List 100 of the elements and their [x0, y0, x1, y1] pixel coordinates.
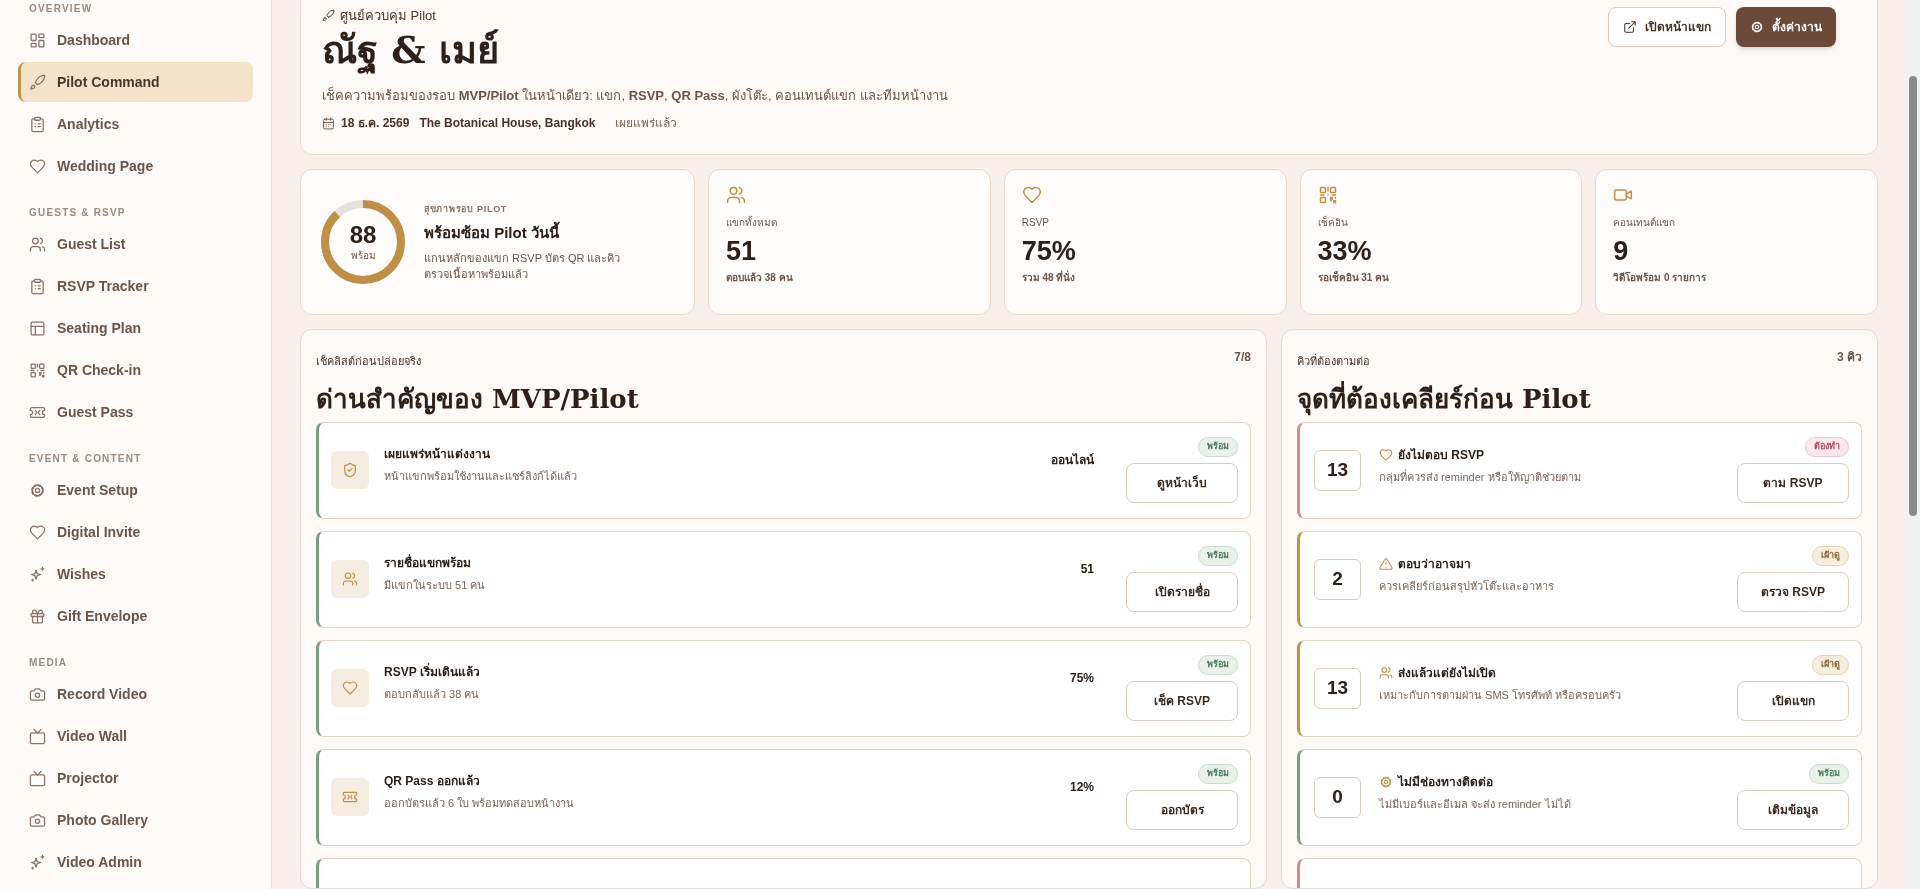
users-icon — [342, 571, 358, 587]
sidebar-item[interactable]: Video Wall — [18, 716, 253, 756]
couple-title: ณัฐ & เมย์ — [322, 25, 948, 74]
sidebar-group-label: OVERVIEW — [29, 3, 93, 14]
sidebar-item[interactable]: Seating Plan — [18, 308, 253, 348]
header-description: เช็คความพร้อมของรอบ MVP/Pilot ในหน้าเดียว: แขก, RSVP, QR Pass, ผังโต๊ะ, คอนเทนต์แขก และทีมหน้างาน — [322, 85, 948, 105]
checklist-action-button[interactable]: ออกบัตร — [1126, 789, 1238, 830]
queue-item-description: เหมาะกับการตามผ่าน SMS โทรศัพท์ หรือครอบครัว — [1379, 688, 1622, 704]
sparkles-icon — [29, 853, 46, 871]
checklist-item-description: ตอบกลับแล้ว 38 คน — [384, 687, 481, 703]
stat-subtext: รวม 48 ที่นั่ง — [1021, 270, 1077, 285]
camera-icon — [29, 685, 46, 703]
status-badge: พร้อม — [1198, 655, 1238, 675]
health-text: แกนหลักของแขก RSVP บัตร QR และคิวตรวจเนื้อหาพร้อมแล้ว — [424, 250, 622, 282]
checklist-item-value: 12% — [1069, 779, 1094, 796]
queue-count: 13 — [1314, 449, 1361, 491]
status-badge: เฝ้าดู — [1812, 655, 1849, 675]
sidebar-item[interactable]: QR Check-in — [18, 350, 253, 390]
checklist-item-value: 51 — [1080, 561, 1094, 578]
sidebar-item[interactable]: Guest List — [18, 224, 253, 264]
heart-icon — [1021, 185, 1042, 205]
queue-count: 2 — [1314, 558, 1361, 600]
status-badge: ต้องทำ — [1805, 437, 1849, 457]
queue-item-title: ส่งแล้วแต่ยังไม่เปิด — [1398, 665, 1496, 683]
event-venue: The Botanical House, Bangkok — [419, 115, 596, 132]
sidebar-item[interactable]: Photo Gallery — [18, 800, 253, 840]
users-icon — [29, 235, 46, 253]
sidebar-item[interactable]: Digital Invite — [18, 512, 253, 552]
sidebar-item[interactable]: Gift Envelope — [18, 596, 253, 636]
queue-item-description: ไม่มีเบอร์และอีเมล จะส่ง reminder ไม่ได้ — [1379, 797, 1572, 813]
queue-item-description: ควรเคลียร์ก่อนสรุปหัวโต๊ะและอาหาร — [1379, 579, 1555, 595]
checklist-action-button[interactable]: ดูหน้าเว็บ — [1126, 462, 1238, 503]
stat-label: RSVP — [1021, 216, 1050, 230]
stat-value: 9 — [1613, 235, 1630, 268]
checklist-item-title: QR Pass ออกแล้ว — [384, 773, 481, 791]
gift-icon — [29, 607, 46, 625]
panel-count: 7/8 — [1234, 349, 1251, 366]
sidebar-group-label: EVENT & CONTENT — [29, 453, 142, 464]
queue-action-button[interactable]: เปิดแขก — [1737, 680, 1849, 721]
status-badge: พร้อม — [1198, 437, 1238, 457]
header-kicker: ศูนย์ควบคุม Pilot — [340, 7, 436, 26]
queue-action-button[interactable]: ตาม RSVP — [1737, 462, 1849, 503]
sidebar-item[interactable]: Wishes — [18, 554, 253, 594]
health-title: พร้อมซ้อม Pilot วันนี้ — [424, 222, 624, 245]
readiness-score: 88 — [349, 221, 377, 248]
queue-action-button[interactable]: ตรวจ RSVP — [1737, 571, 1849, 612]
checklist-action-button[interactable]: เปิดรายชื่อ — [1126, 571, 1238, 612]
sidebar-item[interactable]: Video Admin — [18, 842, 253, 882]
queue-item-title: ตอบว่าอาจมา — [1398, 556, 1471, 574]
ticket-icon — [342, 789, 358, 805]
sidebar-item[interactable]: Record Video — [18, 674, 253, 714]
sidebar-item[interactable]: Analytics — [18, 104, 253, 144]
queue-item-description: กลุ่มที่ควรส่ง reminder หรือให้ญาติช่วยตาม — [1379, 469, 1582, 486]
panel-title: จุดที่ต้องเคลียร์ก่อน Pilot — [1297, 381, 1592, 416]
queue-count: 13 — [1314, 667, 1361, 709]
sidebar-item[interactable]: Wedding Page — [18, 146, 253, 186]
queue-item-title: ไม่มีช่องทางติดต่อ — [1398, 774, 1493, 792]
sidebar-item[interactable]: Projector — [18, 758, 253, 798]
stat-subtext: ตอบแล้ว 38 คน — [726, 271, 794, 285]
event-settings-button[interactable]: ตั้งค่างาน — [1736, 7, 1836, 47]
shield-check-icon — [342, 462, 358, 478]
checklist-item-value: 75% — [1069, 670, 1094, 687]
checklist-item-description: หน้าแขกพร้อมใช้งานและแชร์ลิงก์ได้แล้ว — [384, 469, 578, 485]
queue-item-title: ยังไม่ตอบ RSVP — [1398, 447, 1484, 465]
sidebar-item[interactable]: Pilot Command — [18, 62, 253, 102]
status-badge: พร้อม — [1198, 546, 1238, 566]
scrollbar[interactable] — [1906, 0, 1920, 889]
stat-label: คอนเทนต์แขก — [1613, 216, 1677, 230]
grid-icon — [29, 31, 46, 49]
open-guest-page-button[interactable]: เปิดหน้าแขก — [1608, 7, 1726, 47]
heart-icon — [29, 523, 46, 541]
checklist-item-title: RSVP เริ่มเดินแล้ว — [384, 663, 481, 682]
sidebar-item[interactable]: RSVP Tracker — [18, 266, 253, 306]
checklist-item-title: เผยแพร่หน้าแต่งงาน — [384, 446, 491, 464]
status-badge: เฝ้าดู — [1812, 546, 1849, 566]
status-badge: พร้อม — [1198, 764, 1238, 784]
external-link-icon — [1623, 20, 1637, 34]
panel-count: 3 คิว — [1837, 349, 1862, 366]
publish-status: เผยแพร่แล้ว — [615, 115, 678, 132]
heart-icon — [342, 680, 358, 696]
users-icon — [1379, 666, 1393, 681]
users-icon — [726, 185, 746, 205]
stat-label: เช็คอิน — [1317, 215, 1349, 230]
heart-icon — [1379, 448, 1393, 463]
sidebar-group-label: GUESTS & RSVP — [29, 207, 126, 218]
health-kicker: สุขภาพรอบ PILOT — [424, 202, 509, 216]
qr-code-icon — [29, 361, 46, 379]
panel-kicker: คิวที่ต้องตามต่อ — [1297, 353, 1370, 369]
sidebar-item[interactable]: Guest Pass — [18, 392, 253, 432]
panel-title: ด่านสำคัญของ MVP/Pilot — [316, 382, 640, 416]
queue-action-button[interactable]: เติมข้อมูล — [1737, 789, 1849, 830]
sidebar-item[interactable]: Dashboard — [18, 20, 253, 60]
status-badge: พร้อม — [1809, 764, 1849, 784]
sidebar-item[interactable]: Event Setup — [18, 470, 253, 510]
stat-subtext: รอเช็คอิน 31 คน — [1317, 270, 1391, 285]
clipboard-icon — [29, 115, 46, 133]
checklist-action-button[interactable]: เช็ค RSVP — [1126, 680, 1238, 721]
checklist-item-title: รายชื่อแขกพร้อม — [384, 554, 472, 573]
checklist-item-description: ออกบัตรแล้ว 6 ใบ พร้อมทดสอบหน้างาน — [384, 796, 576, 812]
calendar-icon — [322, 116, 335, 130]
